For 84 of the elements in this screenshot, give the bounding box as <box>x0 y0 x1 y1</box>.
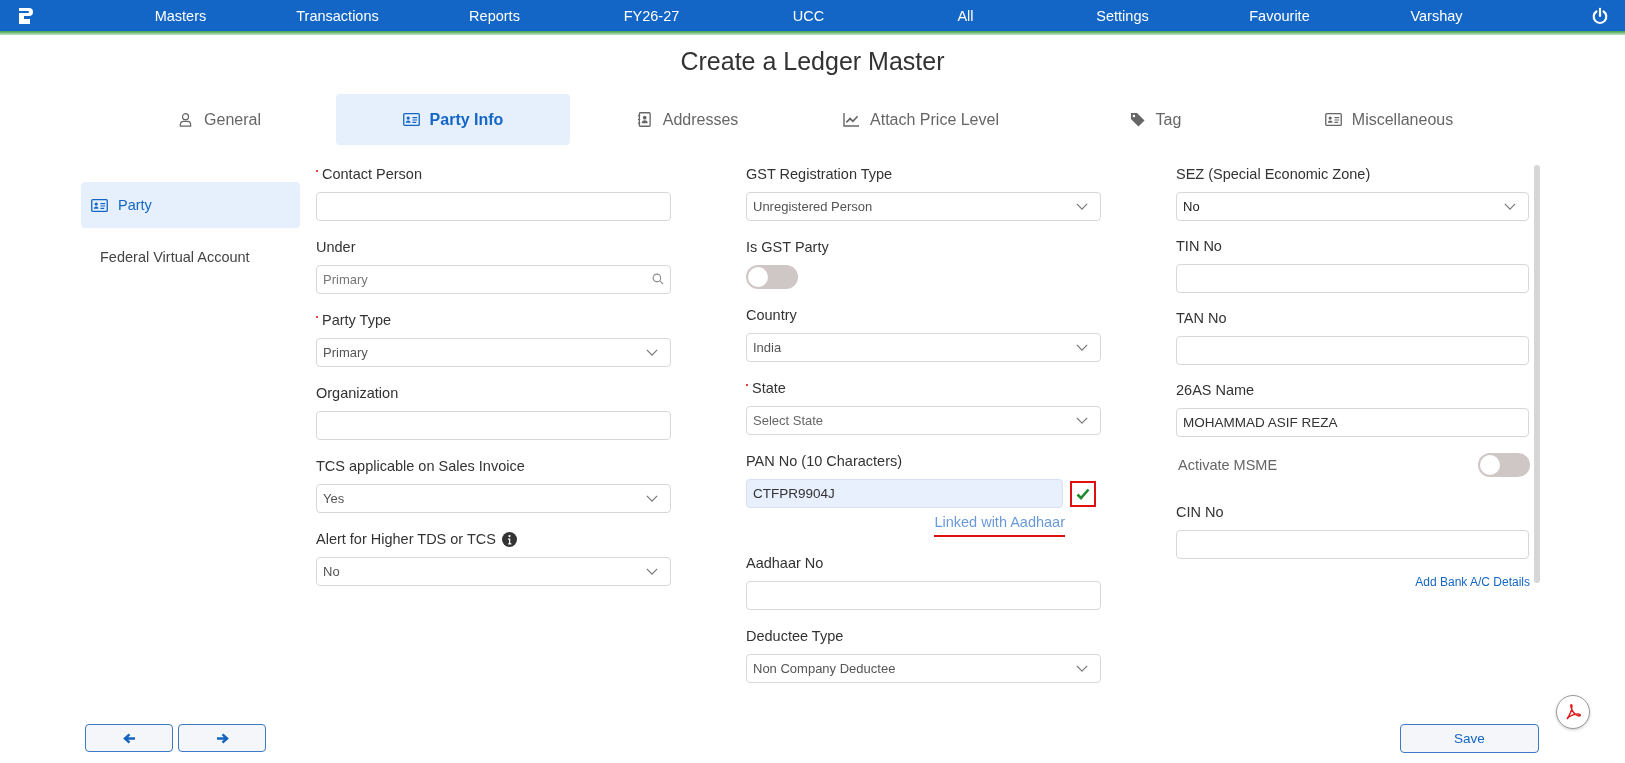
field-label: Party Type <box>322 312 392 328</box>
nav-menu-item[interactable]: Varshay <box>1358 7 1515 24</box>
contact-book-icon <box>635 112 653 127</box>
nav-menu-item[interactable]: UCC <box>730 7 887 24</box>
search-field[interactable]: Primary <box>316 265 671 294</box>
text-field[interactable]: MOHAMMAD ASIF REZA <box>1176 408 1529 437</box>
field-label: CIN No <box>1176 504 1224 520</box>
toggle-switch[interactable] <box>1478 453 1530 477</box>
next-button[interactable] <box>178 724 266 752</box>
dropdown-field[interactable]: Yes <box>316 484 671 513</box>
field-label: Deductee Type <box>746 628 844 644</box>
nav-menu-item[interactable]: FY26-27 <box>573 7 730 24</box>
tab[interactable]: Attach Price Level <box>804 94 1038 145</box>
nav-menu-item[interactable]: Settings <box>1044 7 1201 24</box>
logo-icon[interactable] <box>16 5 36 26</box>
field-label: Is GST Party <box>746 239 829 255</box>
field-label: 26AS Name <box>1176 382 1255 398</box>
tab[interactable]: Addresses <box>570 94 804 145</box>
field-label: Under <box>316 239 356 255</box>
chevron-down-icon <box>1504 203 1516 210</box>
field-label: TAN No <box>1176 310 1227 326</box>
dropdown-field[interactable]: India <box>746 333 1101 362</box>
pdf-icon <box>1563 702 1583 722</box>
text-field[interactable] <box>1176 336 1529 365</box>
dropdown-field[interactable]: Select State <box>746 406 1101 435</box>
field-label: Alert for Higher TDS or TCS <box>316 531 496 547</box>
add-bank-details-link[interactable]: Add Bank A/C Details <box>1415 575 1530 589</box>
power-icon[interactable] <box>1591 6 1609 25</box>
chevron-down-icon <box>646 349 658 356</box>
toggle-switch[interactable] <box>746 265 798 289</box>
nav-menu-item[interactable]: Masters <box>102 7 259 24</box>
id-card-icon <box>91 197 108 213</box>
dropdown-field[interactable]: No <box>1176 192 1529 221</box>
field-label: TCS applicable on Sales Invoice <box>316 458 525 474</box>
chevron-down-icon <box>1076 665 1088 672</box>
sidebar-item[interactable]: Federal Virtual Account <box>81 234 300 280</box>
previous-button[interactable] <box>85 724 173 752</box>
nav-menu-item[interactable]: Transactions <box>259 7 416 24</box>
tab[interactable]: Party Info <box>336 94 570 145</box>
text-field[interactable] <box>1176 530 1529 559</box>
tab[interactable]: Tag <box>1038 94 1272 145</box>
field-label: Organization <box>316 385 399 401</box>
info-icon[interactable] <box>501 531 517 547</box>
field-label: SEZ (Special Economic Zone) <box>1176 166 1371 182</box>
text-field[interactable] <box>316 411 671 440</box>
id-card-icon <box>1324 112 1342 127</box>
field-label: Country <box>746 307 797 323</box>
pan-field[interactable]: CTFPR9904J <box>746 479 1063 508</box>
nav-menu-item[interactable]: Reports <box>416 7 573 24</box>
field-label: Contact Person <box>322 166 422 182</box>
dropdown-field[interactable]: Non Company Deductee <box>746 654 1101 683</box>
dropdown-field[interactable]: No <box>316 557 671 586</box>
chevron-down-icon <box>646 495 658 502</box>
tab[interactable]: Miscellaneous <box>1272 94 1506 145</box>
id-card-icon <box>402 112 420 127</box>
nav-menu-item[interactable]: All <box>887 7 1044 24</box>
arrow-right-icon <box>215 732 229 744</box>
field-label: TIN No <box>1176 238 1222 254</box>
sidebar-item[interactable]: Party <box>81 182 300 228</box>
field-label: State <box>752 380 786 396</box>
chevron-down-icon <box>1076 203 1088 210</box>
tab[interactable]: General <box>102 94 336 145</box>
text-field[interactable] <box>1176 264 1529 293</box>
nav-menu-item[interactable]: Favourite <box>1201 7 1358 24</box>
tag-icon <box>1128 112 1146 127</box>
chevron-down-icon <box>1076 417 1088 424</box>
text-field[interactable] <box>316 192 671 221</box>
field-label: PAN No (10 Characters) <box>746 453 903 469</box>
chevron-down-icon <box>1076 344 1088 351</box>
save-button[interactable]: Save <box>1400 724 1539 753</box>
field-label: Activate MSME <box>1177 457 1278 473</box>
dropdown-field[interactable]: Primary <box>316 338 671 367</box>
text-field[interactable] <box>746 581 1101 610</box>
checkmark-icon <box>1076 487 1090 500</box>
dropdown-field[interactable]: Unregistered Person <box>746 192 1101 221</box>
line-chart-icon <box>843 112 860 127</box>
pdf-button[interactable] <box>1556 695 1590 729</box>
field-label: GST Registration Type <box>746 166 893 182</box>
chevron-down-icon <box>646 568 658 575</box>
page-title: Create a Ledger Master <box>679 47 946 77</box>
search-icon <box>652 273 664 285</box>
field-label: Aadhaar No <box>746 555 824 571</box>
arrow-left-icon <box>122 732 136 744</box>
scrollbar[interactable] <box>1534 165 1540 583</box>
